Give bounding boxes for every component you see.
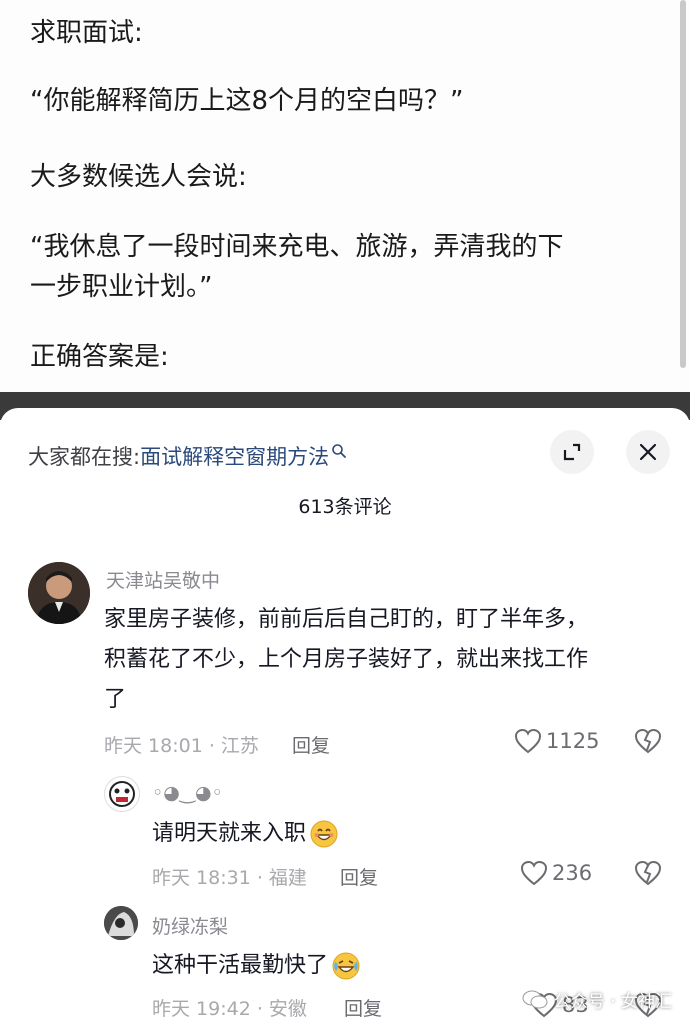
like-button[interactable]: 1125 [514,728,599,754]
comment-username[interactable]: 天津站吴敬中 [106,566,220,593]
close-button[interactable] [626,430,670,474]
dislike-icon[interactable] [634,728,662,754]
avatar[interactable] [28,562,90,624]
watermark: 公众号 · 女神汇 [522,987,672,1012]
dislike-icon[interactable] [634,860,662,886]
avatar[interactable] [104,906,138,940]
heart-icon [514,728,542,754]
comment-count: 613条评论 [298,496,392,518]
search-icon [332,444,346,458]
comment-text-line: 家里房子装修，前前后后自己盯的，盯了半年多， [104,607,589,632]
like-button[interactable]: 236 [520,860,592,886]
comment-text-content: 这种干活最勤快了 [152,953,329,978]
comment-time-location: 昨天 18:01 · 江苏 [104,735,259,757]
watermark-text: 公众号 · 女神汇 [553,992,672,1012]
reply-button[interactable]: 回复 [344,994,382,1021]
post-line: “你能解释简历上这8个月的空白吗？” [30,86,464,116]
comment-username[interactable]: ◦◕‿◕◦ [152,782,223,804]
post-line: 一步职业计划。” [30,272,213,302]
post-line: “我休息了一段时间来充电、旅游，弄清我的下 [30,232,564,262]
post-line: 大多数候选人会说: [30,162,247,192]
scrollbar[interactable] [680,0,686,368]
comment-text-content: 请明天就来入职 [152,821,307,846]
comment-text: 这种干活最勤快了 [152,946,360,986]
expand-button[interactable] [550,430,594,474]
comment-text: 请明天就来入职 [152,814,338,854]
trending-search[interactable]: 大家都在搜: 面试解释空窗期方法 [28,436,347,476]
comment-time-location: 昨天 19:42 · 安徽 [152,998,307,1020]
comment-text-line: 积蓄花了不少，上个月房子装好了，就出来找工作 [104,647,589,672]
search-prefix: 大家都在搜: [28,445,141,469]
heart-icon [520,860,548,886]
avatar-image [109,781,135,807]
like-count: 1125 [546,729,600,753]
comment-time-location: 昨天 18:31 · 福建 [152,867,307,889]
avatar-image [104,906,138,940]
expand-icon [563,443,581,461]
comment-username[interactable]: 奶绿冻梨 [152,912,228,939]
avatar[interactable] [104,776,140,812]
post-line: 正确答案是: [30,342,169,372]
close-icon [639,443,657,461]
reply-button[interactable]: 回复 [292,731,330,758]
grinning-face-icon [310,820,338,848]
comment-text-line: 了 [104,687,127,712]
post-line: 求职面试: [30,18,143,48]
post-content: 求职面试: “你能解释简历上这8个月的空白吗？” 大多数候选人会说: “我休息了… [0,0,690,392]
search-term-link[interactable]: 面试解释空窗期方法 [140,441,329,471]
comment-sheet: 大家都在搜: 面试解释空窗期方法 613条评论 天津站吴敬中 家里房子装修，前前… [0,408,690,1026]
wechat-icon [522,990,548,1008]
reply-button[interactable]: 回复 [340,863,378,890]
avatar-image [28,562,90,624]
laughing-crying-face-icon [332,952,360,980]
like-count: 236 [552,861,593,885]
